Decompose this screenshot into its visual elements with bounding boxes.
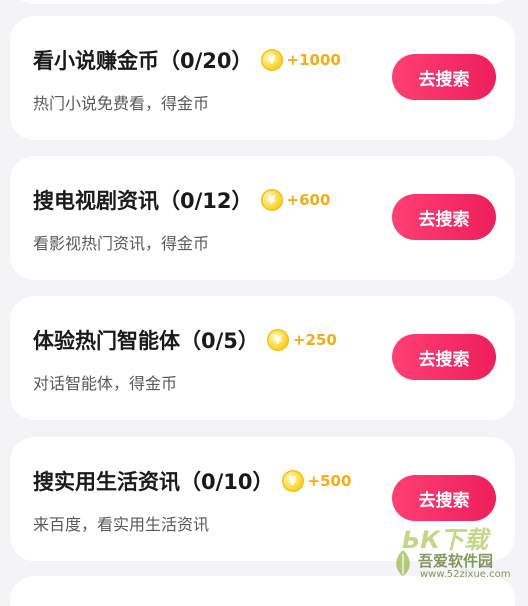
previous-card-edge [10, 0, 515, 4]
task-title-row: 搜实用生活资讯（0/10） ¥ +500 [33, 464, 351, 498]
gold-coin-icon: ¥ [260, 49, 283, 71]
task-title: 搜电视剧资讯（0/12） [33, 189, 253, 213]
task-title-row: 看小说赚金币（0/20） ¥ +1000 [33, 43, 341, 77]
task-title-row: 体验热门智能体（0/5） ¥ +250 [33, 323, 337, 357]
go-search-button[interactable]: 去搜索 [392, 194, 496, 240]
task-title: 看小说赚金币（0/20） [33, 49, 253, 73]
reward-amount: +500 [307, 472, 352, 490]
task-description: 看影视热门资讯，得金币 [33, 234, 210, 253]
reward-amount: +600 [286, 191, 331, 209]
task-card-life-news: 搜实用生活资讯（0/10） ¥ +500 来百度，看实用生活资讯 去搜索 [10, 437, 515, 561]
task-description: 来百度，看实用生活资讯 [33, 515, 210, 534]
reward-amount: +250 [292, 331, 337, 349]
go-search-button[interactable]: 去搜索 [392, 334, 496, 380]
go-search-button[interactable]: 去搜索 [392, 475, 496, 521]
reward-amount: +1000 [286, 51, 341, 69]
gold-coin-icon: ¥ [260, 189, 283, 211]
gold-coin-icon: ¥ [281, 470, 304, 492]
gold-coin-icon: ¥ [266, 329, 289, 351]
task-title: 体验热门智能体（0/5） [33, 329, 259, 353]
task-card-novel: 看小说赚金币（0/20） ¥ +1000 热门小说免费看，得金币 去搜索 [10, 16, 515, 140]
task-card-tv-news: 搜电视剧资讯（0/12） ¥ +600 看影视热门资讯，得金币 去搜索 [10, 156, 515, 280]
task-card-ai-agent: 体验热门智能体（0/5） ¥ +250 对话智能体，得金币 去搜索 [10, 296, 515, 420]
task-title-row: 搜电视剧资讯（0/12） ¥ +600 [33, 183, 330, 217]
task-description: 对话智能体，得金币 [33, 374, 178, 393]
next-card-edge [10, 576, 515, 606]
go-search-button[interactable]: 去搜索 [392, 54, 496, 100]
task-description: 热门小说免费看，得金币 [33, 94, 210, 113]
task-title: 搜实用生活资讯（0/10） [33, 470, 274, 494]
